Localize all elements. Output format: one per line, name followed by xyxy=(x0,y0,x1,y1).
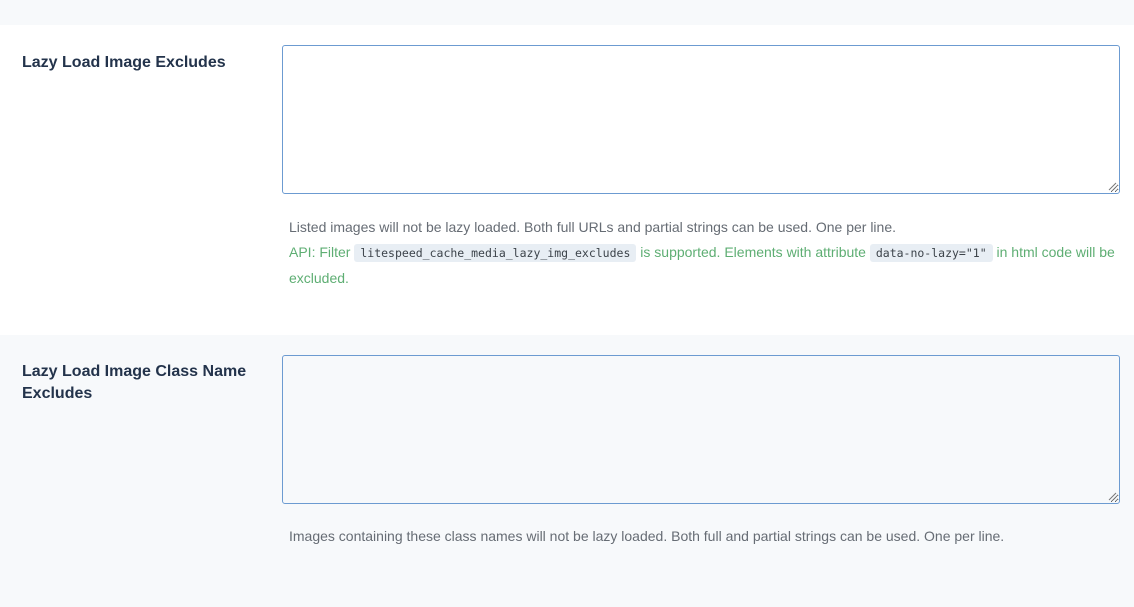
lazy-img-excludes-textarea[interactable] xyxy=(282,45,1120,194)
resize-grip-icon[interactable] xyxy=(1107,181,1117,191)
lazy-img-excludes-description: Listed images will not be lazy loaded. B… xyxy=(289,215,1119,291)
lazy-img-excludes-label: Lazy Load Image Excludes xyxy=(22,54,226,71)
setting-row-lazy-img-class-excludes: Lazy Load Image Class Name Excludes Imag… xyxy=(0,335,1134,607)
lazy-img-excludes-api-note: API: Filter litespeed_cache_media_lazy_i… xyxy=(289,240,1119,291)
api-filter-code: litespeed_cache_media_lazy_img_excludes xyxy=(354,244,637,262)
lazy-img-class-excludes-description: Images containing these class names will… xyxy=(289,528,1005,544)
api-note-prefix: API: Filter xyxy=(289,244,355,260)
lazy-img-class-excludes-textarea[interactable] xyxy=(282,355,1120,504)
lazy-img-excludes-help-text: Listed images will not be lazy loaded. B… xyxy=(289,219,897,235)
setting-row-lazy-img-excludes: Lazy Load Image Excludes Listed images w… xyxy=(0,25,1134,335)
resize-grip-icon[interactable] xyxy=(1107,491,1117,501)
section-top-strip xyxy=(0,0,1134,25)
api-note-middle: is supported. Elements with attribute xyxy=(636,244,870,260)
api-attr-code: data-no-lazy="1" xyxy=(869,244,993,262)
lazy-img-class-excludes-label: Lazy Load Image Class Name Excludes xyxy=(22,363,247,402)
settings-page: Lazy Load Image Excludes Listed images w… xyxy=(0,0,1134,607)
